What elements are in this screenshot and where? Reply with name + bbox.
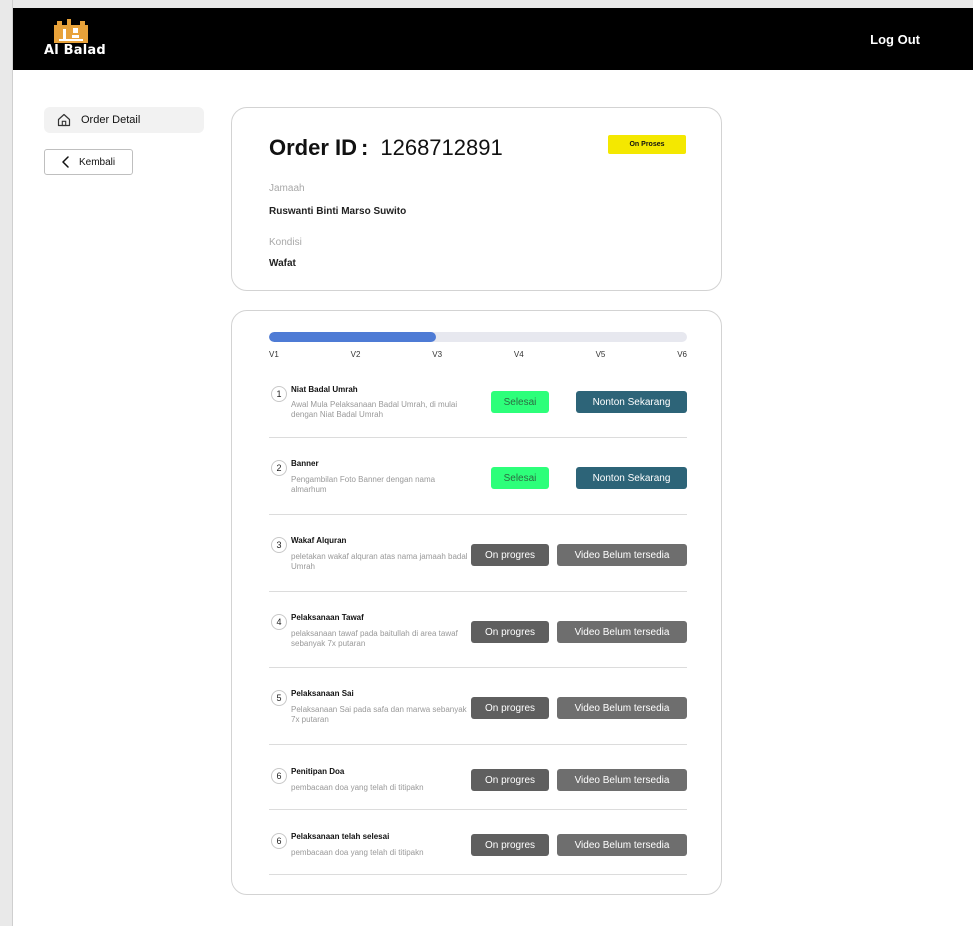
step-description: Awal Mula Pelaksanaan Badal Umrah, di mu… (291, 400, 458, 419)
progress-bar (269, 332, 687, 342)
step-description: Pelaksanaan Sai pada safa dan marwa seba… (291, 705, 467, 724)
status-badge: On Proses (608, 135, 686, 154)
order-id-label: Order ID (269, 135, 358, 160)
step-item: 1 Niat Badal Umrah Awal Mula Pelaksanaan… (269, 380, 687, 438)
order-id-heading: Order ID : 1268712891 (269, 135, 503, 161)
step-description: pembacaan doa yang telah di titipakn (291, 848, 424, 857)
step-item: 3 Wakaf Alquran peletakan wakaf alquran … (269, 515, 687, 592)
step-description: pelaksanaan tawaf pada baitullah di area… (291, 629, 458, 648)
step-title: Pelaksanaan Tawaf (291, 613, 364, 622)
step-status-button[interactable]: On progres (471, 834, 549, 856)
order-summary-card: Order ID : 1268712891 On Proses Jamaah R… (231, 107, 722, 291)
step-status-button[interactable]: Selesai (491, 391, 549, 413)
progress-tick: V6 (677, 350, 687, 359)
window-left-border (0, 0, 13, 926)
step-description: Pengambilan Foto Banner dengan nama alma… (291, 475, 436, 494)
step-status-button[interactable]: On progres (471, 697, 549, 719)
brand-name: Al Balad (44, 43, 106, 58)
progress-bar-fill (269, 332, 437, 342)
jamaah-value: Ruswanti Binti Marso Suwito (269, 206, 407, 217)
step-item: 2 Banner Pengambilan Foto Banner dengan … (269, 438, 687, 515)
step-item: 4 Pelaksanaan Tawaf pelaksanaan tawaf pa… (269, 592, 687, 668)
step-item: 5 Pelaksanaan Sai Pelaksanaan Sai pada s… (269, 668, 687, 745)
kondisi-value: Wafat (269, 258, 296, 269)
chevron-left-icon (62, 156, 69, 168)
logout-link[interactable]: Log Out (870, 32, 920, 47)
step-title: Pelaksanaan telah selesai (291, 832, 390, 841)
video-unavailable-button[interactable]: Video Belum tersedia (557, 834, 687, 856)
steps-card: V1 V2 V3 V4 V5 V6 1 Niat Badal Umrah Awa… (231, 310, 722, 895)
brand-logo[interactable]: Al Balad (44, 19, 106, 63)
video-unavailable-button[interactable]: Video Belum tersedia (557, 769, 687, 791)
progress-ticks: V1 V2 V3 V4 V5 V6 (269, 350, 687, 362)
order-id-value: 1268712891 (380, 135, 503, 160)
progress-tick: V2 (350, 350, 361, 359)
video-unavailable-button[interactable]: Video Belum tersedia (557, 621, 687, 643)
step-status-button[interactable]: On progres (471, 544, 549, 566)
step-title: Niat Badal Umrah (291, 385, 358, 394)
sidebar-item-label: Order Detail (81, 114, 141, 126)
video-unavailable-button[interactable]: Video Belum tersedia (557, 544, 687, 566)
progress-tick: V5 (595, 350, 606, 359)
step-title: Penitipan Doa (291, 767, 345, 776)
progress-tick: V4 (513, 350, 524, 359)
step-number: 6 (271, 833, 287, 849)
step-description: peletakan wakaf alquran atas nama jamaah… (291, 552, 468, 571)
step-number: 1 (271, 386, 287, 402)
progress-tick: V1 (269, 350, 279, 359)
sidebar-item-order-detail[interactable]: Order Detail (44, 107, 204, 133)
step-title: Wakaf Alquran (291, 536, 347, 545)
top-navbar: Al Balad Log Out (13, 8, 973, 70)
step-number: 2 (271, 460, 287, 476)
window-top-border (0, 0, 973, 8)
step-number: 3 (271, 537, 287, 553)
progress-tick: V3 (432, 350, 443, 359)
step-item: 6 Pelaksanaan telah selesai pembacaan do… (269, 810, 687, 875)
step-status-button[interactable]: On progres (471, 621, 549, 643)
home-icon (57, 113, 71, 127)
step-item: 6 Penitipan Doa pembacaan doa yang telah… (269, 745, 687, 810)
back-button-label: Kembali (79, 156, 116, 168)
watch-video-button[interactable]: Nonton Sekarang (576, 391, 687, 413)
step-title: Banner (291, 459, 319, 468)
step-status-button[interactable]: Selesai (491, 467, 549, 489)
step-number: 6 (271, 768, 287, 784)
step-number: 4 (271, 614, 287, 630)
step-number: 5 (271, 690, 287, 706)
step-status-button[interactable]: On progres (471, 769, 549, 791)
order-id-colon: : (361, 135, 369, 160)
back-button[interactable]: Kembali (44, 149, 133, 175)
video-unavailable-button[interactable]: Video Belum tersedia (557, 697, 687, 719)
step-title: Pelaksanaan Sai (291, 689, 354, 698)
step-description: pembacaan doa yang telah di titipakn (291, 783, 424, 792)
watch-video-button[interactable]: Nonton Sekarang (576, 467, 687, 489)
logo-mark-icon (54, 19, 88, 43)
jamaah-label: Jamaah (269, 183, 305, 194)
kondisi-label: Kondisi (269, 237, 302, 248)
